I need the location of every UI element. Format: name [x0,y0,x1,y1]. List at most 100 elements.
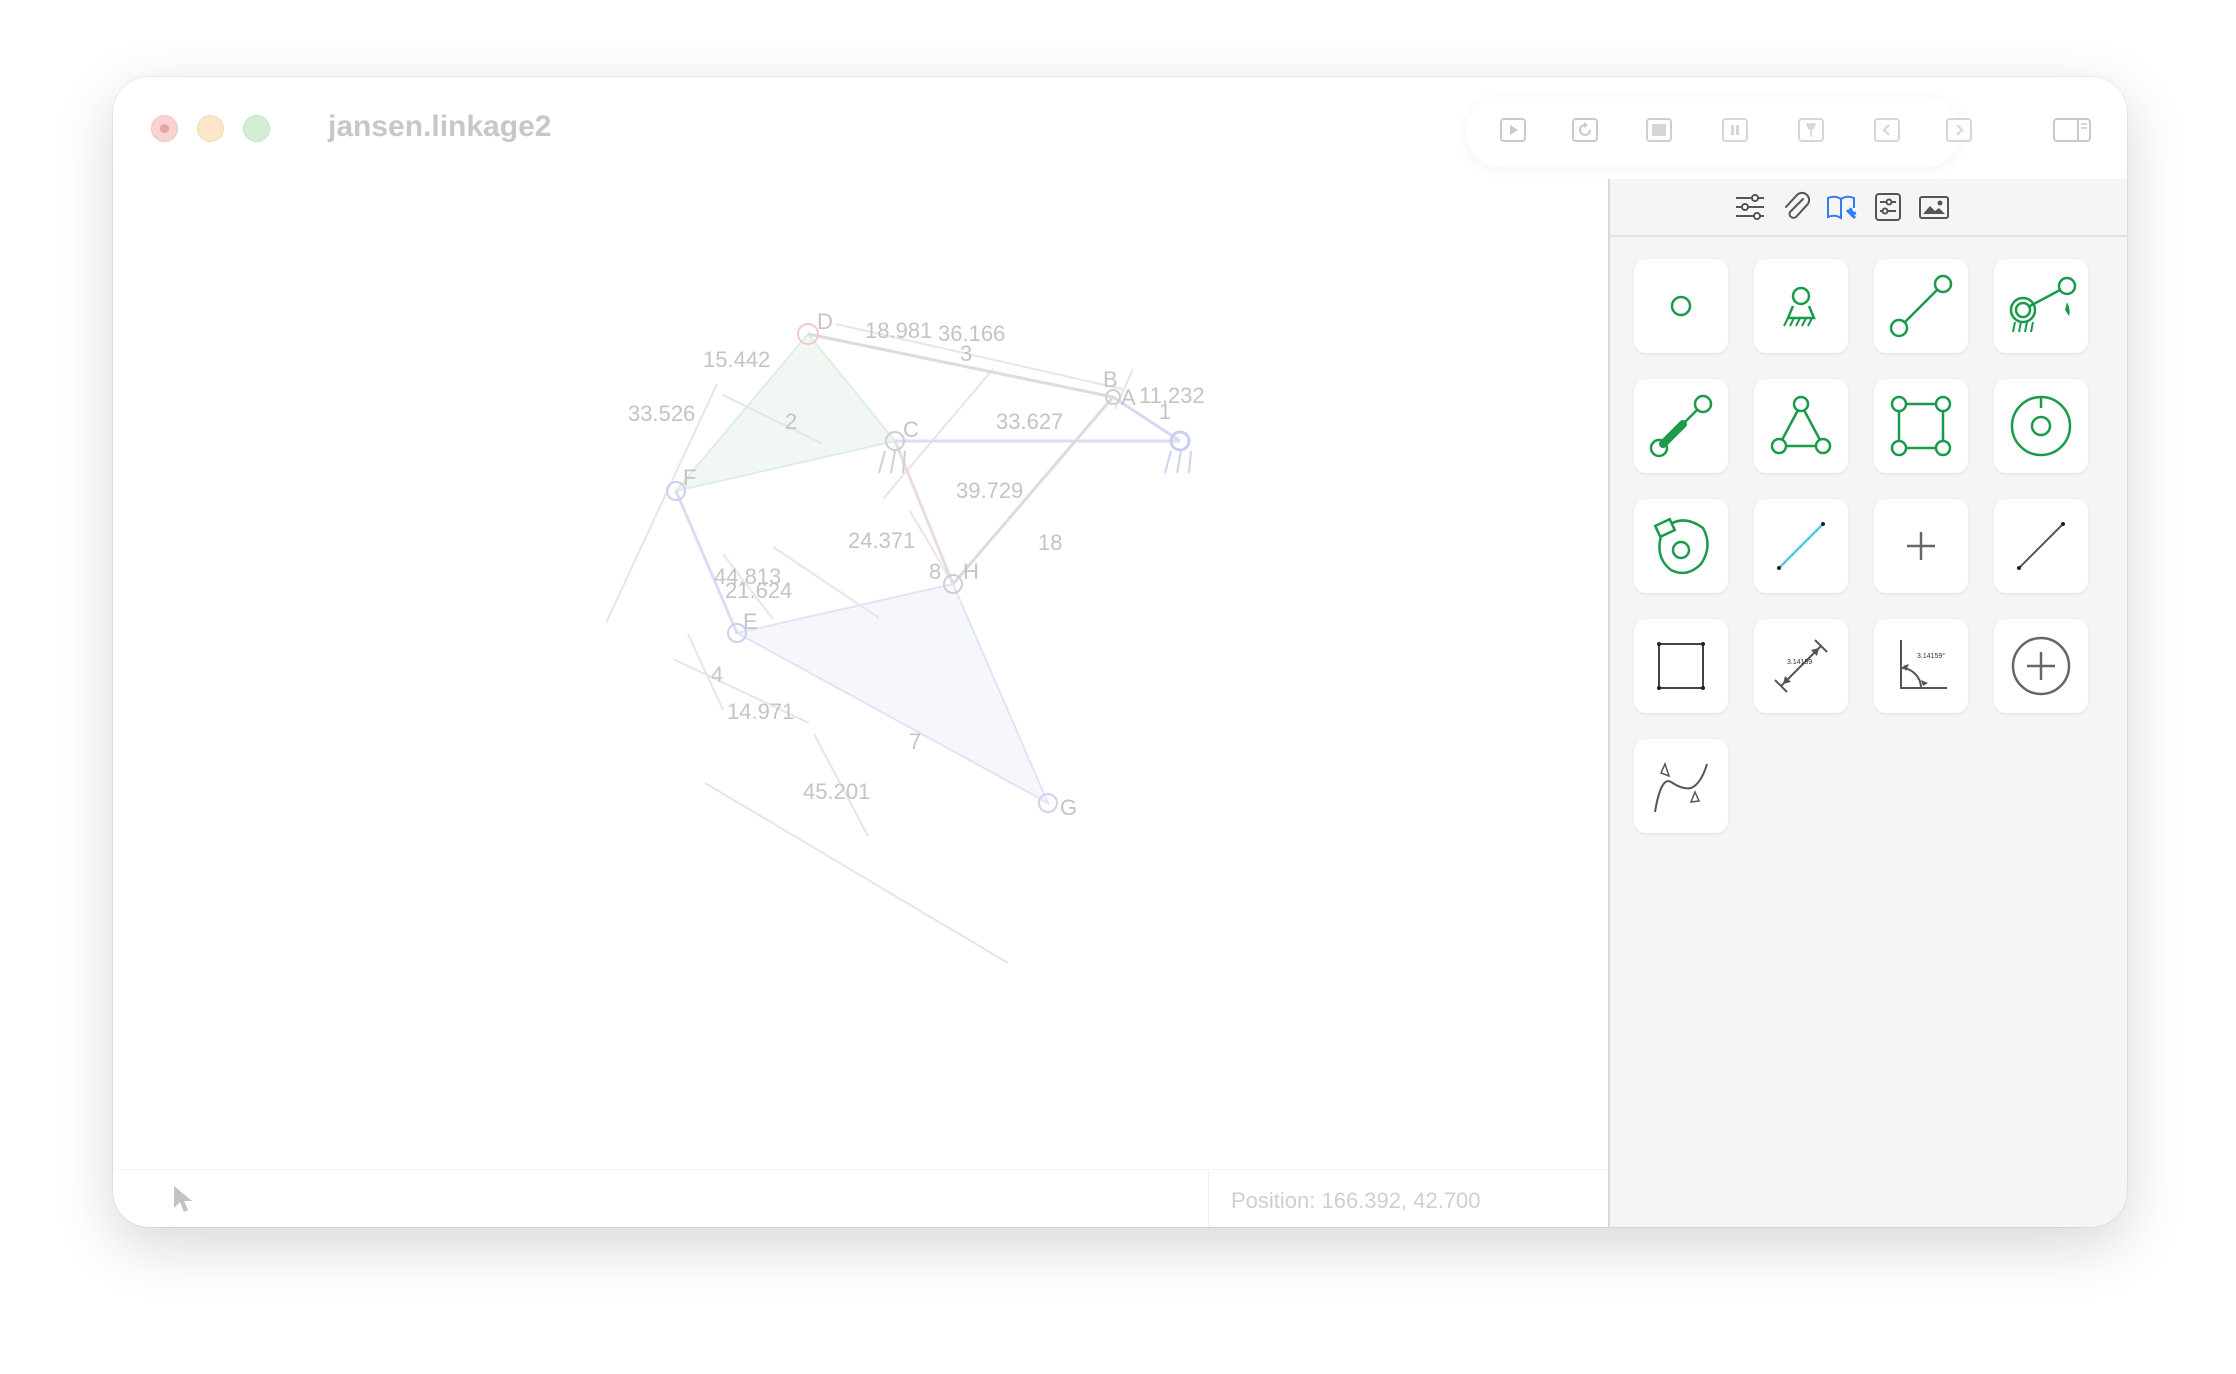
status-bar: Position: 166.392, 42.700 [113,1169,1608,1227]
image-icon [1919,196,1949,219]
dimension-value: 45.201 [803,779,870,804]
dimension-value: 18.981 [865,318,932,343]
cursor-position: Position: 166.392, 42.700 [1231,1188,1481,1213]
dimension-value: 11.232 [1139,383,1205,408]
link-label: 4 [711,662,723,687]
app-window: jansen.linkage2 A B C D E F G H 1 2 3 7 … [113,77,2127,1227]
tool-line-element[interactable] [1754,499,1848,593]
link-label: 18 [1038,530,1062,555]
triangle-link-icon [1770,395,1832,455]
dimension-value: 15.442 [703,347,770,372]
connector-label: G [1060,795,1077,820]
tool-angle[interactable]: 3.14159° [1874,619,1968,713]
dimension-value: 24.371 [848,528,915,553]
connector-icon [1670,295,1692,317]
curve-icon [1654,761,1708,813]
stop-button[interactable] [1642,113,1676,147]
tool-actuator[interactable] [1634,379,1728,473]
connector-label: E [743,609,758,634]
gear-icon [2010,395,2072,457]
run-button[interactable] [1496,113,1530,147]
tab-image[interactable] [1916,189,1952,225]
dimension-value: 36.166 [938,321,1005,346]
connector-label: H [963,559,979,584]
document-title: jansen.linkage2 [328,110,552,143]
tool-curve[interactable] [1634,739,1728,833]
paperclip-icon [1785,191,1811,219]
sliders-icon [1736,194,1764,220]
cam-icon [1653,517,1709,575]
close-window-button[interactable] [151,115,178,142]
stop-icon [1646,118,1672,142]
status-divider [1208,1170,1209,1227]
linkage-drawing: A B C D E F G H 1 2 3 7 8 18 4 18.981 36… [605,309,1205,964]
link-shape-7 [734,582,1051,806]
tool-line[interactable] [1994,499,2088,593]
play-icon [1500,118,1526,142]
tab-library[interactable] [1824,189,1860,225]
tool-triangle[interactable] [1754,379,1848,473]
book-tool-icon [1827,195,1857,220]
connector-label: F [683,465,696,490]
arrow-cursor-icon [174,1186,192,1212]
tool-cam[interactable] [1634,499,1728,593]
angle-icon: 3.14159° [1900,640,1947,689]
sidebar-icon [2053,118,2091,142]
actuator-icon [1649,394,1713,458]
chevron-right-icon [1946,118,1972,142]
tool-connector[interactable] [1634,259,1728,353]
line-icon [2017,522,2065,570]
connector-label: B [1103,367,1118,392]
rotate-icon [1572,118,1598,142]
blue-line-icon [1777,522,1825,570]
tool-gear[interactable] [1994,379,2088,473]
link-icon [1889,274,1953,338]
previous-button[interactable] [1870,113,1904,147]
pin-icon [1798,118,1824,142]
tool-circle-add[interactable] [1994,619,2088,713]
input-crank-icon [2009,276,2077,333]
pause-icon [1722,118,1748,142]
tool-rectangle-shape[interactable] [1634,619,1728,713]
rectangle-link-icon [1890,395,1952,457]
dimension-value: 21.624 [725,578,792,603]
dimension-value: 39.729 [956,478,1023,503]
toggle-sidebar-button[interactable] [2052,113,2092,147]
zoom-window-button[interactable] [243,115,270,142]
tool-anchor[interactable] [1754,259,1848,353]
title-bar: jansen.linkage2 [113,77,2127,180]
plus-point-icon [1907,532,1935,560]
rectangle-icon [1657,642,1705,690]
measurement-value: 3.14159 [1787,659,1812,666]
tool-input-crank[interactable] [1994,259,2088,353]
link-label: 8 [929,559,941,584]
dimension-icon: 3.14159 [1774,639,1828,693]
linkage-canvas[interactable]: A B C D E F G H 1 2 3 7 8 18 4 18.981 36… [113,179,1608,1169]
tool-link[interactable] [1874,259,1968,353]
angle-value: 3.14159° [1917,652,1945,660]
minimize-window-button[interactable] [197,115,224,142]
connector-label: D [817,309,833,334]
tab-attachments[interactable] [1778,189,1814,225]
pause-button[interactable] [1718,113,1752,147]
sidebar-tabs [1610,179,2127,237]
chevron-left-icon [1874,118,1900,142]
dimension-value: 33.526 [628,401,695,426]
link-label: 7 [909,729,921,754]
sidebar: 3.14159 3.14159° [1608,179,2127,1227]
circle-plus-icon [2011,636,2071,696]
tab-properties[interactable] [1870,189,1906,225]
connector-label: A [1121,385,1136,410]
tab-settings[interactable] [1732,189,1768,225]
anchor-icon [1783,286,1816,327]
tool-measurement[interactable]: 3.14159 [1754,619,1848,713]
tool-point[interactable] [1874,499,1968,593]
link-label: 2 [785,409,797,434]
tool-rectangle-link[interactable] [1874,379,1968,473]
next-button[interactable] [1942,113,1976,147]
dimension-value: 14.971 [727,699,794,724]
dimension-value: 33.627 [996,409,1063,434]
properties-icon [1875,193,1901,221]
rotate-button[interactable] [1568,113,1602,147]
pin-button[interactable] [1794,113,1828,147]
